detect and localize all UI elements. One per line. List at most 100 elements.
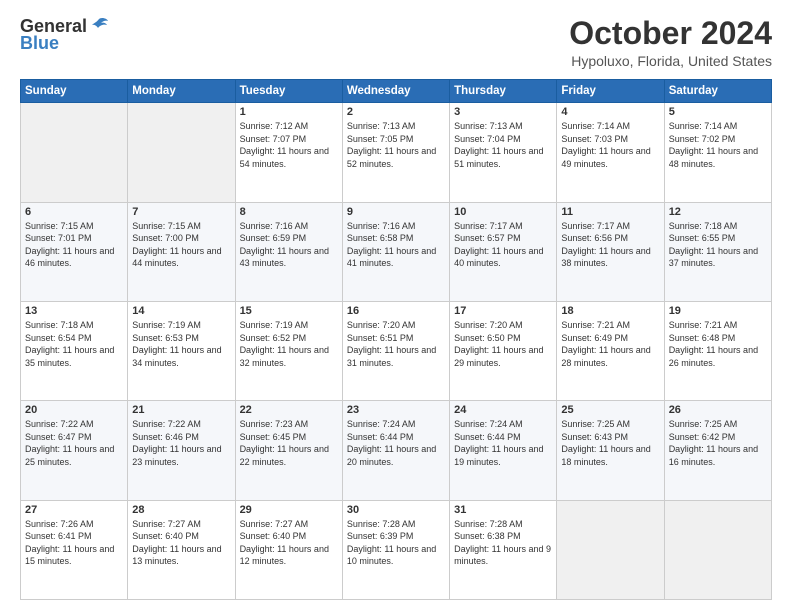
- logo-bird-icon: [89, 17, 109, 33]
- calendar-cell: 9Sunrise: 7:16 AM Sunset: 6:58 PM Daylig…: [342, 202, 449, 301]
- day-info: Sunrise: 7:25 AM Sunset: 6:42 PM Dayligh…: [669, 418, 767, 468]
- day-info: Sunrise: 7:22 AM Sunset: 6:47 PM Dayligh…: [25, 418, 123, 468]
- calendar-cell: 20Sunrise: 7:22 AM Sunset: 6:47 PM Dayli…: [21, 401, 128, 500]
- day-number: 21: [132, 404, 230, 416]
- day-number: 15: [240, 305, 338, 317]
- day-info: Sunrise: 7:20 AM Sunset: 6:51 PM Dayligh…: [347, 319, 445, 369]
- day-number: 29: [240, 504, 338, 516]
- day-info: Sunrise: 7:23 AM Sunset: 6:45 PM Dayligh…: [240, 418, 338, 468]
- calendar-week-row: 6 Sunrise: 7:15 AM Sunset: 7:01 PM Daylig…: [21, 202, 772, 301]
- day-number: 6: [25, 206, 123, 218]
- calendar-header-tuesday: Tuesday: [235, 80, 342, 103]
- day-number: 23: [347, 404, 445, 416]
- day-number: 11: [561, 206, 659, 218]
- calendar-cell: 6 Sunrise: 7:15 AM Sunset: 7:01 PM Daylig…: [21, 202, 128, 301]
- day-info: Sunrise: 7:24 AM Sunset: 6:44 PM Dayligh…: [347, 418, 445, 468]
- calendar-cell: 2Sunrise: 7:13 AM Sunset: 7:05 PM Daylig…: [342, 103, 449, 202]
- day-info: Sunrise: 7:24 AM Sunset: 6:44 PM Dayligh…: [454, 418, 552, 468]
- calendar-cell: 4Sunrise: 7:14 AM Sunset: 7:03 PM Daylig…: [557, 103, 664, 202]
- calendar-header-row: SundayMondayTuesdayWednesdayThursdayFrid…: [21, 80, 772, 103]
- day-info: Sunrise: 7:15 AM Sunset: 7:00 PM Dayligh…: [132, 220, 230, 270]
- calendar-cell: 21 Sunrise: 7:22 AM Sunset: 6:46 PM Dayli…: [128, 401, 235, 500]
- day-info: Sunrise: 7:17 AM Sunset: 6:56 PM Dayligh…: [561, 220, 659, 270]
- day-number: 19: [669, 305, 767, 317]
- page: General Blue October 2024 Hypoluxo, Flor…: [0, 0, 792, 612]
- day-number: 28: [132, 504, 230, 516]
- calendar-cell: 16 Sunrise: 7:20 AM Sunset: 6:51 PM Dayli…: [342, 301, 449, 400]
- day-number: 13: [25, 305, 123, 317]
- header: General Blue October 2024 Hypoluxo, Flor…: [20, 16, 772, 69]
- calendar-cell: 18 Sunrise: 7:21 AM Sunset: 6:49 PM Dayli…: [557, 301, 664, 400]
- calendar-header-sunday: Sunday: [21, 80, 128, 103]
- calendar-week-row: 20Sunrise: 7:22 AM Sunset: 6:47 PM Dayli…: [21, 401, 772, 500]
- title-section: October 2024 Hypoluxo, Florida, United S…: [569, 16, 772, 69]
- calendar-cell: 10Sunrise: 7:17 AM Sunset: 6:57 PM Dayli…: [450, 202, 557, 301]
- day-number: 8: [240, 206, 338, 218]
- calendar-cell: 7 Sunrise: 7:15 AM Sunset: 7:00 PM Daylig…: [128, 202, 235, 301]
- day-number: 4: [561, 106, 659, 118]
- day-info: Sunrise: 7:12 AM Sunset: 7:07 PM Dayligh…: [240, 120, 338, 170]
- day-number: 31: [454, 504, 552, 516]
- day-info: Sunrise: 7:28 AM Sunset: 6:38 PM Dayligh…: [454, 518, 552, 568]
- calendar-cell: 5 Sunrise: 7:14 AM Sunset: 7:02 PM Daylig…: [664, 103, 771, 202]
- day-number: 2: [347, 106, 445, 118]
- day-number: 18: [561, 305, 659, 317]
- calendar-cell: [557, 500, 664, 599]
- day-number: 17: [454, 305, 552, 317]
- day-info: Sunrise: 7:18 AM Sunset: 6:55 PM Dayligh…: [669, 220, 767, 270]
- calendar-week-row: 1Sunrise: 7:12 AM Sunset: 7:07 PM Daylig…: [21, 103, 772, 202]
- day-number: 3: [454, 106, 552, 118]
- day-number: 12: [669, 206, 767, 218]
- calendar-table: SundayMondayTuesdayWednesdayThursdayFrid…: [20, 79, 772, 600]
- calendar-week-row: 13 Sunrise: 7:18 AM Sunset: 6:54 PM Dayli…: [21, 301, 772, 400]
- calendar-cell: 29 Sunrise: 7:27 AM Sunset: 6:40 PM Dayli…: [235, 500, 342, 599]
- day-info: Sunrise: 7:15 AM Sunset: 7:01 PM Dayligh…: [25, 220, 123, 270]
- calendar-header-saturday: Saturday: [664, 80, 771, 103]
- calendar-cell: 19 Sunrise: 7:21 AM Sunset: 6:48 PM Dayli…: [664, 301, 771, 400]
- calendar-cell: [128, 103, 235, 202]
- day-info: Sunrise: 7:19 AM Sunset: 6:53 PM Dayligh…: [132, 319, 230, 369]
- location: Hypoluxo, Florida, United States: [569, 53, 772, 69]
- day-info: Sunrise: 7:20 AM Sunset: 6:50 PM Dayligh…: [454, 319, 552, 369]
- month-title: October 2024: [569, 16, 772, 51]
- day-number: 5: [669, 106, 767, 118]
- calendar-week-row: 27 Sunrise: 7:26 AM Sunset: 6:41 PM Dayli…: [21, 500, 772, 599]
- day-info: Sunrise: 7:27 AM Sunset: 6:40 PM Dayligh…: [240, 518, 338, 568]
- calendar-cell: 25 Sunrise: 7:25 AM Sunset: 6:43 PM Dayli…: [557, 401, 664, 500]
- day-number: 27: [25, 504, 123, 516]
- calendar-cell: 23 Sunrise: 7:24 AM Sunset: 6:44 PM Dayli…: [342, 401, 449, 500]
- calendar-cell: 14 Sunrise: 7:19 AM Sunset: 6:53 PM Dayli…: [128, 301, 235, 400]
- calendar-cell: 1Sunrise: 7:12 AM Sunset: 7:07 PM Daylig…: [235, 103, 342, 202]
- calendar-cell: 12 Sunrise: 7:18 AM Sunset: 6:55 PM Dayli…: [664, 202, 771, 301]
- day-info: Sunrise: 7:21 AM Sunset: 6:48 PM Dayligh…: [669, 319, 767, 369]
- calendar-cell: 15 Sunrise: 7:19 AM Sunset: 6:52 PM Dayli…: [235, 301, 342, 400]
- calendar-cell: 27 Sunrise: 7:26 AM Sunset: 6:41 PM Dayli…: [21, 500, 128, 599]
- calendar-cell: 11 Sunrise: 7:17 AM Sunset: 6:56 PM Dayli…: [557, 202, 664, 301]
- day-number: 14: [132, 305, 230, 317]
- day-info: Sunrise: 7:22 AM Sunset: 6:46 PM Dayligh…: [132, 418, 230, 468]
- calendar-cell: 28 Sunrise: 7:27 AM Sunset: 6:40 PM Dayli…: [128, 500, 235, 599]
- day-info: Sunrise: 7:13 AM Sunset: 7:04 PM Dayligh…: [454, 120, 552, 170]
- calendar-cell: [21, 103, 128, 202]
- calendar-cell: [664, 500, 771, 599]
- day-number: 26: [669, 404, 767, 416]
- day-info: Sunrise: 7:26 AM Sunset: 6:41 PM Dayligh…: [25, 518, 123, 568]
- calendar-header-friday: Friday: [557, 80, 664, 103]
- calendar-header-monday: Monday: [128, 80, 235, 103]
- calendar-cell: 22Sunrise: 7:23 AM Sunset: 6:45 PM Dayli…: [235, 401, 342, 500]
- day-info: Sunrise: 7:27 AM Sunset: 6:40 PM Dayligh…: [132, 518, 230, 568]
- day-info: Sunrise: 7:18 AM Sunset: 6:54 PM Dayligh…: [25, 319, 123, 369]
- day-number: 25: [561, 404, 659, 416]
- day-number: 7: [132, 206, 230, 218]
- day-info: Sunrise: 7:25 AM Sunset: 6:43 PM Dayligh…: [561, 418, 659, 468]
- day-info: Sunrise: 7:21 AM Sunset: 6:49 PM Dayligh…: [561, 319, 659, 369]
- calendar-cell: 30Sunrise: 7:28 AM Sunset: 6:39 PM Dayli…: [342, 500, 449, 599]
- logo-blue-text: Blue: [20, 33, 59, 54]
- day-info: Sunrise: 7:28 AM Sunset: 6:39 PM Dayligh…: [347, 518, 445, 568]
- day-number: 9: [347, 206, 445, 218]
- day-info: Sunrise: 7:19 AM Sunset: 6:52 PM Dayligh…: [240, 319, 338, 369]
- logo: General Blue: [20, 16, 109, 54]
- calendar-header-wednesday: Wednesday: [342, 80, 449, 103]
- day-info: Sunrise: 7:14 AM Sunset: 7:02 PM Dayligh…: [669, 120, 767, 170]
- day-number: 16: [347, 305, 445, 317]
